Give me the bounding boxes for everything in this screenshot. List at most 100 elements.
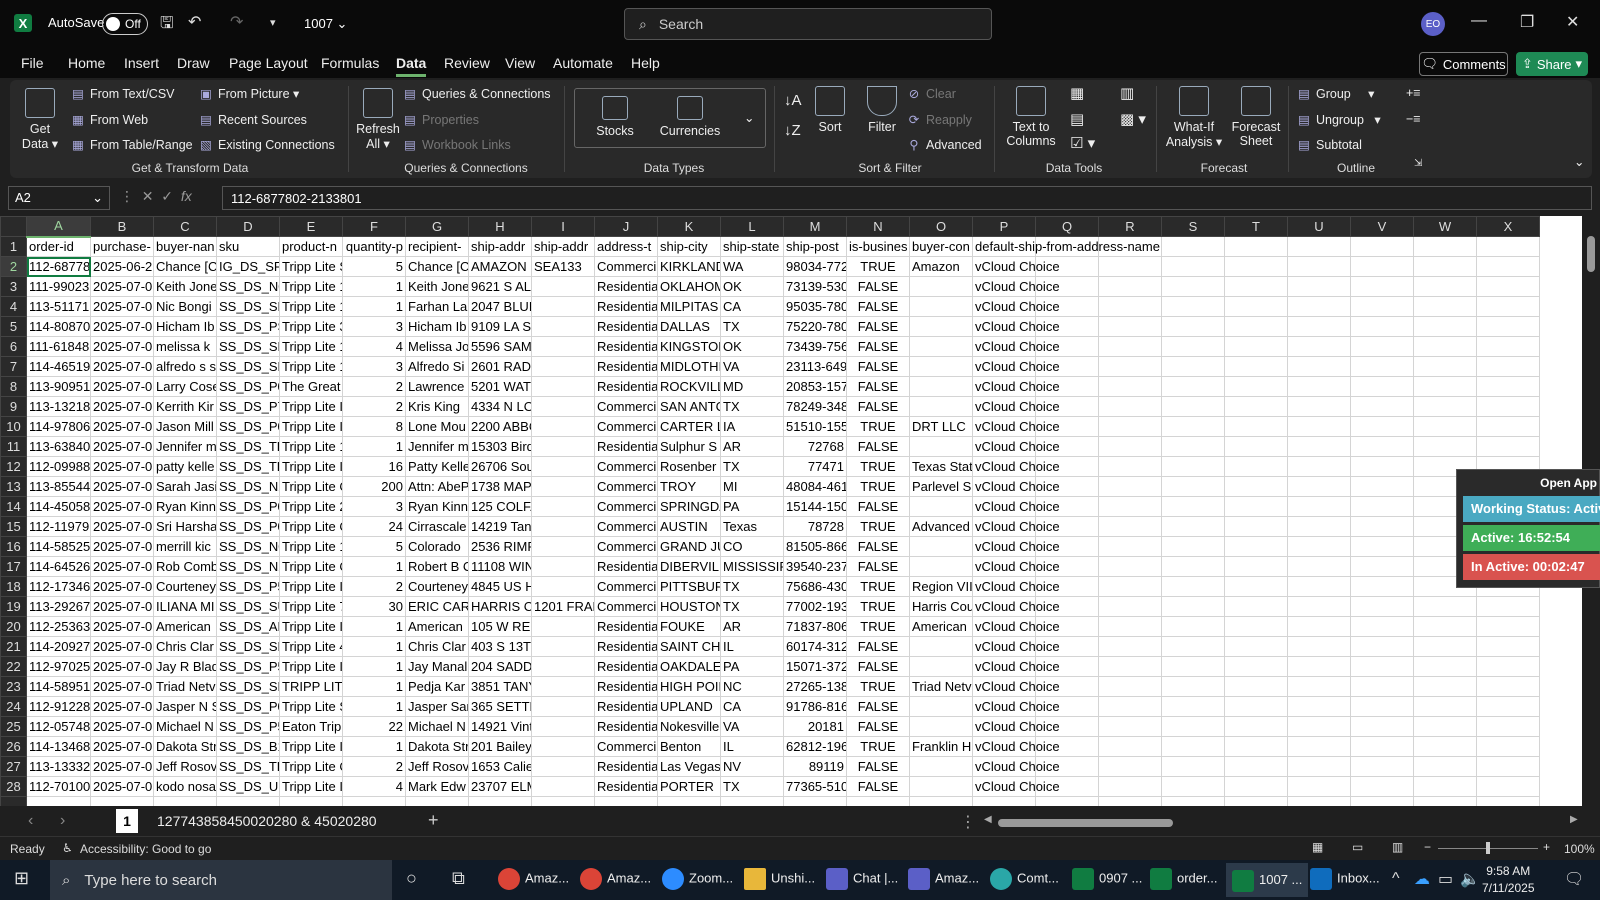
cell[interactable]: TX [720, 596, 784, 617]
cell[interactable] [531, 796, 595, 806]
cell[interactable]: 2025-07-0 [90, 616, 154, 637]
cell[interactable]: Harris Cou [909, 596, 973, 617]
cell[interactable] [909, 656, 973, 677]
cell[interactable] [1413, 256, 1477, 277]
cell[interactable]: Melissa Jo [405, 336, 469, 357]
cell[interactable]: vCloud Choice [972, 616, 1060, 637]
row-header[interactable]: 17 [0, 556, 27, 577]
task-view-icon[interactable]: ⧉ [452, 868, 465, 889]
cell[interactable] [531, 656, 595, 677]
cell[interactable]: 2025-07-0 [90, 516, 154, 537]
notifications-icon[interactable]: 🗨 [1564, 869, 1584, 889]
column-header[interactable]: L [720, 216, 784, 237]
cell[interactable] [1476, 736, 1540, 757]
cell[interactable] [1098, 756, 1162, 777]
cell[interactable] [1287, 796, 1351, 806]
cell[interactable]: Franklin H [909, 736, 973, 757]
cell[interactable]: vCloud Choice [972, 456, 1060, 477]
cell[interactable]: 112-09988 [26, 456, 91, 477]
select-all-corner[interactable] [0, 216, 27, 237]
cell[interactable]: 95035-780 [783, 296, 847, 317]
cell[interactable]: CO [720, 536, 784, 557]
cell[interactable]: 89119 [783, 756, 847, 777]
cell[interactable]: Tripp Lite C [279, 556, 343, 577]
cell[interactable]: HARRIS CC [468, 596, 532, 617]
add-sheet-icon[interactable]: + [428, 810, 439, 831]
cell[interactable] [1224, 696, 1288, 717]
hide-detail-icon[interactable]: −≡ [1406, 112, 1421, 126]
volume-icon[interactable]: 🔈 [1460, 869, 1480, 889]
cell[interactable] [1161, 516, 1225, 537]
task-comt[interactable]: Comt... [990, 868, 1059, 890]
tab-automate[interactable]: Automate [553, 55, 613, 71]
cell[interactable]: FALSE [846, 716, 910, 737]
cell[interactable]: alfredo s s [153, 356, 217, 377]
cell[interactable]: NC [720, 676, 784, 697]
cell[interactable]: FALSE [846, 396, 910, 417]
cell[interactable] [1161, 436, 1225, 457]
cell[interactable]: 2025-07-0 [90, 756, 154, 777]
cell[interactable] [1413, 396, 1477, 417]
cell[interactable]: Courteney [405, 576, 469, 597]
scroll-left-icon[interactable]: ◀ [984, 814, 992, 825]
cell[interactable]: Tripp Lite C [279, 476, 343, 497]
cell[interactable]: Chance [C [405, 256, 469, 277]
cell[interactable] [1350, 696, 1414, 717]
row-header[interactable]: 26 [0, 736, 27, 757]
cell[interactable]: Mark Edw [405, 776, 469, 797]
cell[interactable]: buyer-con [909, 236, 973, 257]
currencies-button[interactable]: Currencies [654, 96, 726, 138]
task-teams-amazon[interactable]: Amaz... [908, 868, 979, 890]
column-header[interactable]: I [531, 216, 595, 237]
cell[interactable]: Residentia [594, 356, 658, 377]
cell[interactable]: Commerci [594, 736, 658, 757]
cell[interactable] [909, 696, 973, 717]
cell[interactable]: AR [720, 616, 784, 637]
column-header[interactable]: D [216, 216, 280, 237]
cell[interactable] [909, 796, 973, 806]
cell[interactable] [1098, 296, 1162, 317]
cell[interactable] [1224, 556, 1288, 577]
cell[interactable] [1287, 456, 1351, 477]
sort-button[interactable]: Sort [810, 86, 850, 134]
cell[interactable]: SS_DS_P0 [216, 496, 280, 517]
cell[interactable]: 2025-07-0 [90, 436, 154, 457]
cell[interactable] [1287, 576, 1351, 597]
recent-sources-button[interactable]: ▤ Recent Sources [198, 112, 307, 127]
cell[interactable]: Tripp Lite I [279, 576, 343, 597]
cell[interactable]: Residentia [594, 696, 658, 717]
reapply-button[interactable]: ⟳ Reapply [906, 112, 972, 127]
cell[interactable] [1350, 376, 1414, 397]
cell[interactable]: Parlevel S [909, 476, 973, 497]
name-box[interactable]: A2 ⌄ [8, 186, 110, 210]
cell[interactable] [1224, 636, 1288, 657]
cell[interactable]: FALSE [846, 296, 910, 317]
cell[interactable]: ROCKVILL [657, 376, 721, 397]
row-header[interactable]: 8 [0, 376, 27, 397]
consolidate-icon[interactable]: ▥ [1120, 84, 1134, 102]
cell[interactable]: Region VII [909, 576, 973, 597]
cell[interactable] [1413, 336, 1477, 357]
cell[interactable] [1161, 336, 1225, 357]
cell[interactable]: SS_DS_P0 [216, 376, 280, 397]
cell[interactable]: Lawrence [405, 376, 469, 397]
cell[interactable]: SS_DS_N0 [216, 276, 280, 297]
open-app-button[interactable]: Open App [1540, 476, 1597, 490]
cell[interactable]: HIGH POIN [657, 676, 721, 697]
cell[interactable]: SS_DS_SPI [216, 336, 280, 357]
cell[interactable] [1098, 716, 1162, 737]
cell[interactable]: SS_DS_SUI [216, 596, 280, 617]
cell[interactable]: 113-85544 [26, 476, 91, 497]
cell[interactable]: 5596 SAMUEL RD [468, 336, 532, 357]
cell[interactable]: PITTSBUR [657, 576, 721, 597]
cell[interactable]: 51510-155 [783, 416, 847, 437]
cell[interactable] [1350, 396, 1414, 417]
cell[interactable] [531, 556, 595, 577]
cell[interactable]: FALSE [846, 316, 910, 337]
cell[interactable] [1287, 716, 1351, 737]
cell[interactable] [1350, 536, 1414, 557]
cell[interactable] [1287, 256, 1351, 277]
cell[interactable] [531, 616, 595, 637]
cell[interactable] [1224, 616, 1288, 637]
task-outlook[interactable]: Inbox... [1310, 868, 1380, 890]
